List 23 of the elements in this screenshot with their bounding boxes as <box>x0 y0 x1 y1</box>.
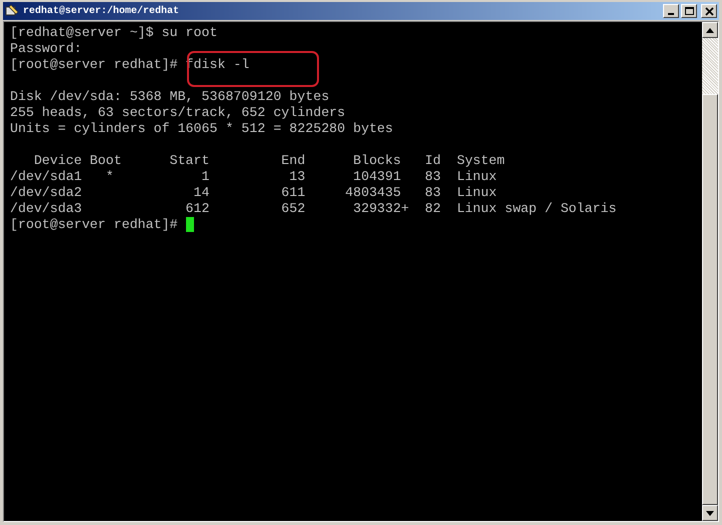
minimize-button[interactable] <box>663 4 679 18</box>
minimize-icon <box>668 12 674 14</box>
terminal-line: Disk /dev/sda: 5368 MB, 5368709120 bytes <box>10 89 330 105</box>
scrollbar[interactable] <box>702 22 718 521</box>
terminal-line: /dev/sda1 * 1 13 104391 83 Linux <box>10 169 497 185</box>
terminal-line: Password: <box>10 41 82 57</box>
scroll-down-button[interactable] <box>702 505 718 521</box>
window-title: redhat@server:/home/redhat <box>23 6 180 16</box>
terminal-line: /dev/sda2 14 611 4803435 83 Linux <box>10 185 497 201</box>
scroll-up-button[interactable] <box>702 22 718 38</box>
terminal-line: Units = cylinders of 16065 * 512 = 8225280 bytes <box>10 121 394 137</box>
close-icon <box>704 6 714 16</box>
maximize-icon <box>684 6 694 16</box>
close-button[interactable] <box>701 4 717 18</box>
triangle-up-icon <box>706 28 714 32</box>
terminal-line: [root@server redhat]# <box>10 217 179 233</box>
terminal-line: Device Boot Start End Blocks Id System <box>32 153 505 169</box>
maximize-button[interactable] <box>681 4 697 18</box>
terminal-line: 255 heads, 63 sectors/track, 652 cylinders <box>10 105 346 121</box>
scroll-thumb[interactable] <box>702 94 718 505</box>
terminal-line: /dev/sda3 612 652 329332+ 82 Linux swap / Solaris <box>10 201 616 217</box>
triangle-down-icon <box>706 510 714 516</box>
terminal-line: [redhat@server ~]$ su root <box>10 25 218 41</box>
